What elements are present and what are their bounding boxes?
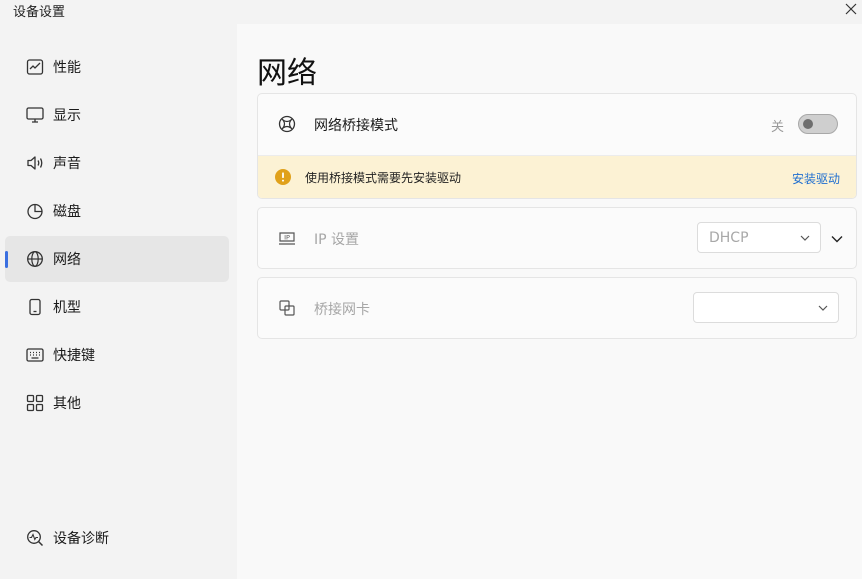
sidebar-item-performance[interactable]: 性能	[5, 44, 229, 90]
chevron-down-icon	[800, 235, 810, 241]
diagnose-icon	[25, 528, 45, 548]
sidebar-item-label: 设备诊断	[53, 531, 109, 547]
bridge-card: 网络桥接模式 关 使用桥接模式需要先安装驱动 安装驱动	[257, 93, 857, 199]
ip-settings-card: IP IP 设置 DHCP	[257, 207, 857, 269]
driver-warning-banner: 使用桥接模式需要先安装驱动 安装驱动	[258, 155, 856, 198]
sidebar-item-label: 快捷键	[53, 348, 95, 364]
window-title: 设备设置	[13, 5, 66, 20]
monitor-icon	[25, 105, 45, 125]
sidebar-item-network[interactable]: 网络	[5, 236, 229, 282]
title-bar: 设备设置	[0, 0, 862, 24]
sidebar-item-label: 声音	[53, 156, 81, 172]
toggle-knob	[803, 119, 813, 129]
sidebar-item-sound[interactable]: 声音	[5, 140, 229, 186]
sidebar-item-label: 性能	[53, 60, 81, 76]
sidebar-item-label: 磁盘	[53, 204, 81, 220]
chevron-down-icon[interactable]	[830, 232, 844, 246]
keyboard-icon	[25, 345, 45, 365]
ip-icon: IP	[277, 228, 297, 248]
ip-settings-label: IP 设置	[314, 232, 360, 248]
sidebar-item-diagnose[interactable]: 设备诊断	[5, 515, 229, 561]
ip-mode-select[interactable]: DHCP	[697, 222, 821, 253]
grid-icon	[25, 393, 45, 413]
bridge-mode-toggle[interactable]	[798, 114, 838, 134]
bridge-adapter-label: 桥接网卡	[314, 302, 370, 318]
phone-icon	[25, 297, 45, 317]
sidebar-item-label: 机型	[53, 300, 81, 316]
sidebar-item-label: 网络	[53, 252, 81, 268]
sidebar-item-label: 显示	[53, 108, 81, 124]
svg-text:IP: IP	[284, 234, 290, 242]
performance-chart-icon	[25, 57, 45, 77]
bridge-icon	[277, 114, 297, 134]
page-title: 网络	[257, 56, 317, 91]
sidebar-item-display[interactable]: 显示	[5, 92, 229, 138]
toggle-state-label: 关	[770, 120, 784, 135]
speaker-icon	[25, 153, 45, 173]
pie-chart-icon	[25, 201, 45, 221]
sidebar-item-label: 其他	[53, 396, 81, 412]
sidebar-item-model[interactable]: 机型	[5, 284, 229, 330]
bridge-adapter-card: 桥接网卡	[257, 277, 857, 339]
close-icon	[845, 3, 857, 15]
sidebar-item-disk[interactable]: 磁盘	[5, 188, 229, 234]
globe-icon	[25, 249, 45, 269]
adapter-icon	[277, 298, 297, 318]
chevron-down-icon	[818, 305, 828, 311]
warning-text: 使用桥接模式需要先安装驱动	[305, 171, 462, 185]
bridge-adapter-select[interactable]	[693, 292, 839, 323]
select-value: DHCP	[709, 230, 749, 246]
close-button[interactable]	[842, 0, 860, 18]
sidebar-item-shortcuts[interactable]: 快捷键	[5, 332, 229, 378]
sidebar-item-other[interactable]: 其他	[5, 380, 229, 426]
info-icon	[275, 169, 291, 185]
install-driver-link[interactable]: 安装驱动	[792, 170, 840, 187]
bridge-mode-label: 网络桥接模式	[314, 118, 398, 134]
sidebar: 性能 显示 声音 磁盘 网络 机型 快捷键 其他 设备诊断	[0, 24, 237, 579]
main-content: 网络 网络桥接模式 关 使用桥接模式需要先安装驱动 安装驱动 IP IP 设置 …	[237, 24, 862, 579]
